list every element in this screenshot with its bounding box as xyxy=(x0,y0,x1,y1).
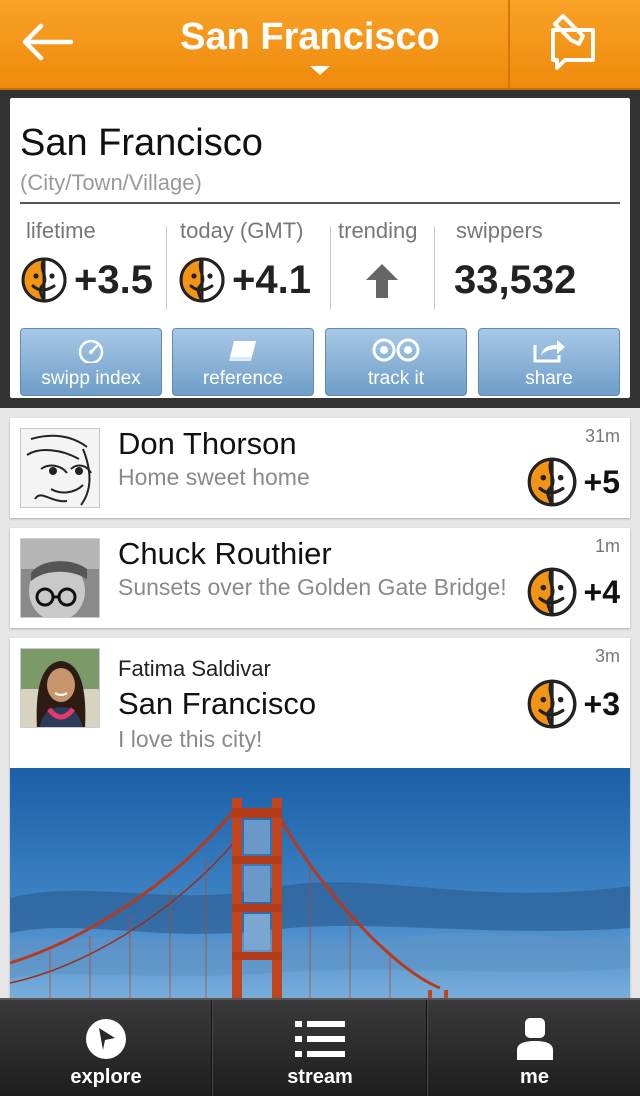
place-type: (City/Town/Village) xyxy=(20,170,202,195)
track-it-button[interactable]: track it xyxy=(325,328,467,396)
swipp-score-icon xyxy=(526,456,578,508)
score-value: +3 xyxy=(583,685,620,722)
stat-value-row: 33,532 xyxy=(454,258,576,303)
stat-swippers: swippers 33,532 xyxy=(454,206,626,316)
swipp-score-icon xyxy=(178,256,226,304)
stat-lifetime: lifetime +3.5 xyxy=(26,206,176,316)
divider xyxy=(20,202,620,204)
stat-label: trending xyxy=(338,218,418,243)
timestamp: 3m xyxy=(594,646,620,666)
swipp-score-icon xyxy=(20,256,68,304)
place-card: San Francisco (City/Town/Village) lifeti… xyxy=(10,98,630,398)
score-badge: +4 xyxy=(526,566,620,618)
compose-button[interactable] xyxy=(508,0,640,88)
divider xyxy=(211,1000,213,1096)
score-badge: +5 xyxy=(526,456,620,508)
button-label: track it xyxy=(368,368,424,389)
post-text: Sunsets over the Golden Gate Bridge! xyxy=(118,574,507,600)
list-item[interactable]: Chuck Routhier Sunsets over the Golden G… xyxy=(10,528,630,628)
share-icon xyxy=(479,337,619,365)
list-item[interactable]: Don Thorson Home sweet home 31m +5 xyxy=(10,418,630,518)
avatar xyxy=(20,428,100,508)
place-info-panel: San Francisco (City/Town/Village) lifeti… xyxy=(0,90,640,408)
score-value: +5 xyxy=(583,463,620,500)
top-bar: San Francisco xyxy=(0,0,640,90)
gauge-icon xyxy=(21,337,161,365)
share-button[interactable]: share xyxy=(478,328,620,396)
stat-value-row xyxy=(362,260,402,300)
stat-value: +4.1 xyxy=(232,257,311,302)
person-icon xyxy=(516,1018,553,1060)
divider xyxy=(330,226,331,310)
compose-icon xyxy=(549,12,601,77)
swipp-score-icon xyxy=(526,566,578,618)
divider xyxy=(166,226,167,310)
post-text: Home sweet home xyxy=(118,464,310,490)
stat-value-row: +4.1 xyxy=(178,256,311,304)
stat-value: +3.5 xyxy=(74,257,153,302)
stat-label: today (GMT) xyxy=(180,218,304,243)
timestamp: 31m xyxy=(584,426,620,446)
button-label: swipp index xyxy=(41,368,141,389)
stat-value: 33,532 xyxy=(454,258,577,302)
post-photo[interactable] xyxy=(10,768,630,1008)
place-link[interactable]: San Francisco xyxy=(118,686,316,722)
tab-explore[interactable]: explore xyxy=(0,1000,212,1096)
chevron-down-icon[interactable] xyxy=(310,66,330,75)
arrow-up-icon xyxy=(366,264,398,298)
stat-value-row: +3.5 xyxy=(20,256,153,304)
button-label: reference xyxy=(202,368,284,389)
tab-me[interactable]: me xyxy=(429,1000,640,1096)
score-badge: +3 xyxy=(526,678,620,730)
timestamp: 1m xyxy=(594,536,620,556)
divider xyxy=(434,226,435,310)
list-item[interactable]: Fatima Saldivar San Francisco I love thi… xyxy=(10,638,630,1008)
page-title[interactable]: San Francisco xyxy=(110,16,510,59)
list-icon xyxy=(295,1018,345,1060)
tab-label: explore xyxy=(70,1066,142,1088)
bottom-tab-bar: explore stream me xyxy=(0,998,640,1096)
avatar xyxy=(20,648,100,728)
author-name[interactable]: Chuck Routhier xyxy=(118,536,332,572)
divider xyxy=(426,1000,428,1096)
swipp-index-button[interactable]: swipp index xyxy=(20,328,162,396)
author-name[interactable]: Fatima Saldivar xyxy=(118,656,271,682)
swipp-score-icon xyxy=(526,678,578,730)
avatar xyxy=(20,538,100,618)
stat-today: today (GMT) +4.1 xyxy=(180,206,330,316)
back-button[interactable] xyxy=(0,0,92,88)
stat-label: lifetime xyxy=(26,218,96,243)
button-label: share xyxy=(525,368,573,389)
stat-label: swippers xyxy=(456,218,543,243)
score-value: +4 xyxy=(583,573,620,610)
binoculars-icon xyxy=(326,337,466,365)
arrow-left-icon xyxy=(19,22,74,67)
post-text: I love this city! xyxy=(118,726,263,752)
tab-stream[interactable]: stream xyxy=(214,1000,426,1096)
author-name[interactable]: Don Thorson xyxy=(118,426,297,462)
tab-label: stream xyxy=(287,1066,353,1088)
stat-trending: trending xyxy=(338,206,434,316)
book-icon xyxy=(173,337,313,365)
reference-button[interactable]: reference xyxy=(172,328,314,396)
compass-icon xyxy=(85,1018,127,1060)
tab-label: me xyxy=(520,1066,549,1088)
place-name: San Francisco xyxy=(20,122,263,164)
